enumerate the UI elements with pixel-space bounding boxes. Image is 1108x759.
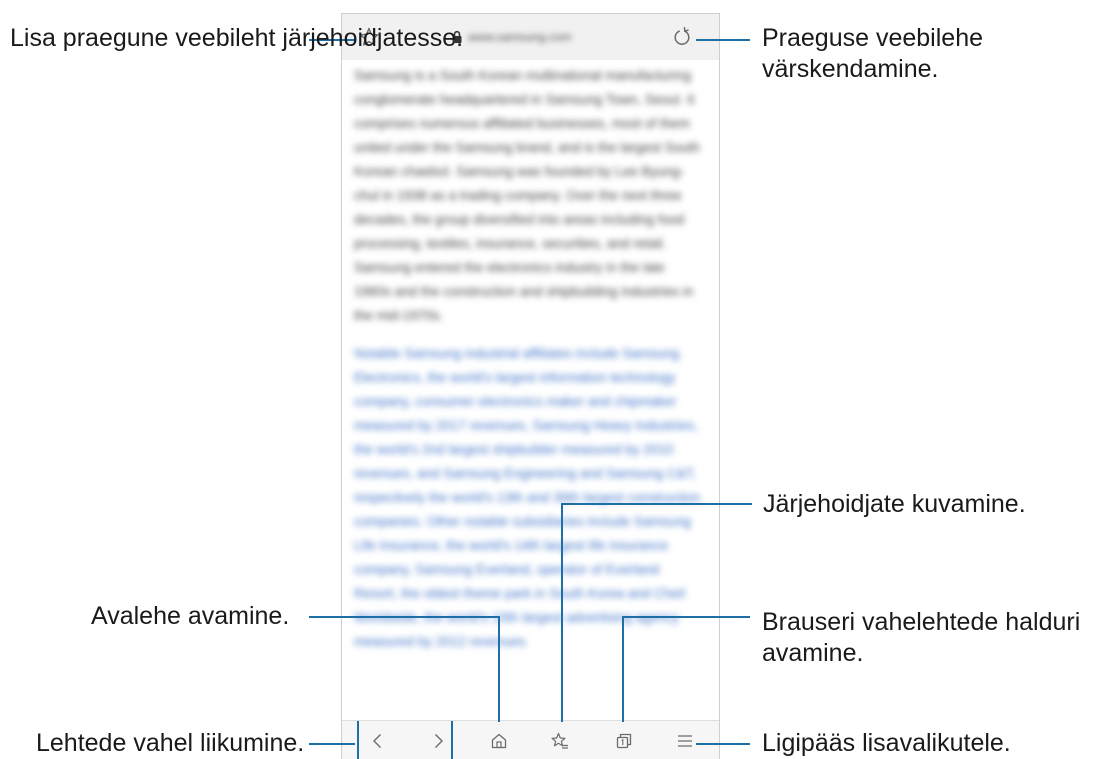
label-view-bookmarks: Järjehoidjate kuvamine. bbox=[763, 490, 1026, 518]
label-refresh-page: Praeguse veebilehe värskendamine. bbox=[762, 24, 983, 83]
leader-line-view-bookmarks bbox=[561, 503, 752, 722]
label-bookmark-page: Lisa praegune veebileht järjehoidjatesse… bbox=[10, 24, 464, 52]
leader-line-tab-manager bbox=[622, 616, 750, 722]
label-open-homepage: Avalehe avamine. bbox=[91, 602, 290, 630]
label-more-options: Ligipääs lisavalikutele. bbox=[762, 729, 1011, 757]
label-navigate-pages: Lehtede vahel liikumine. bbox=[36, 729, 305, 757]
label-tab-manager: Brauseri vahelehtede halduri avamine. bbox=[762, 608, 1081, 667]
leader-line-open-homepage bbox=[309, 616, 500, 722]
